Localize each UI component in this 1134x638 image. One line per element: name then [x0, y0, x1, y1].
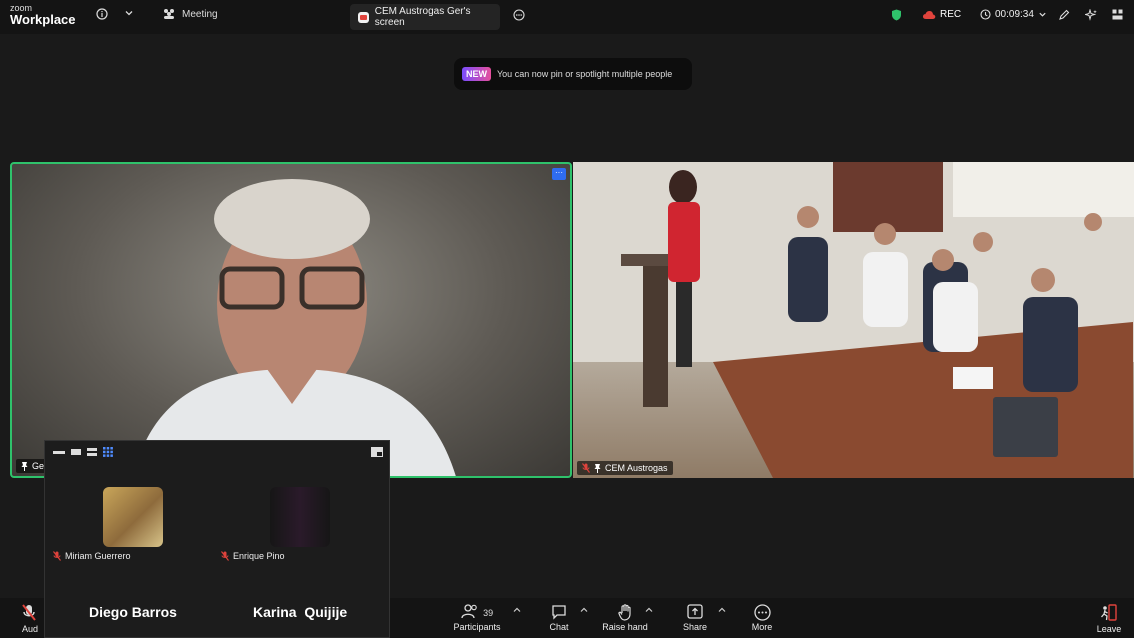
room-name-tag: CEM Austrogas [577, 461, 673, 475]
cloud-record-icon [923, 10, 936, 19]
pop-out-icon[interactable] [371, 447, 383, 457]
participant-label-enrique: Enrique Pino [221, 551, 285, 561]
info-icon [96, 8, 108, 20]
strip-view-icon[interactable] [87, 448, 97, 456]
audio-button[interactable]: Aud [22, 604, 38, 634]
chevron-up-icon [580, 607, 588, 612]
gallery-header [45, 441, 389, 463]
minimize-icon[interactable] [53, 450, 65, 454]
share-label: Share [682, 622, 708, 632]
mic-muted-icon [582, 463, 590, 473]
shared-screen-tab[interactable]: CEM Austrogas Ger's screen [350, 4, 500, 30]
participant-tile-diego[interactable]: Diego Barros [89, 604, 177, 620]
participant-name: Enrique Pino [233, 551, 285, 561]
recording-indicator[interactable]: REC [922, 9, 961, 20]
more-icon-wrap [727, 604, 797, 622]
hand-icon [617, 604, 631, 621]
rec-label: REC [940, 9, 962, 20]
participant-tile-karina[interactable]: Karina Quijije [253, 604, 347, 620]
participants-caret[interactable] [513, 606, 521, 616]
chat-icon [552, 605, 566, 620]
new-badge: NEW [462, 67, 491, 81]
notice-text: You can now pin or spotlight multiple pe… [497, 69, 673, 79]
chevron-down-icon [125, 11, 133, 16]
participant-avatar-enrique[interactable] [270, 487, 330, 547]
meeting-icon [164, 9, 174, 19]
more-button[interactable]: More [727, 604, 797, 632]
meeting-timer[interactable]: 00:09:34 [980, 9, 1047, 20]
participants-icon [461, 604, 477, 619]
speaker-view-icon[interactable] [71, 448, 81, 456]
chat-caret[interactable] [580, 606, 588, 616]
participants-label: Participants [453, 622, 501, 632]
shield-icon [892, 9, 901, 21]
mic-muted-icon [53, 551, 61, 561]
more-circle-icon [753, 604, 771, 621]
meeting-info-chevron[interactable] [124, 8, 134, 18]
grid-layout-icon [1112, 9, 1123, 20]
mic-muted-icon [221, 551, 229, 561]
feature-notice[interactable]: NEW You can now pin or spotlight multipl… [454, 58, 692, 90]
video-tile-room[interactable]: CEM Austrogas [573, 162, 1134, 478]
ai-companion-button[interactable] [1085, 9, 1098, 21]
participants-button[interactable]: 39 Participants [442, 604, 512, 632]
raise-hand-label: Raise hand [602, 622, 648, 632]
chevron-down-icon [1039, 12, 1046, 17]
participant-avatar-miriam[interactable] [103, 487, 163, 547]
more-label: More [751, 622, 773, 632]
raise-hand-caret[interactable] [645, 606, 653, 616]
meeting-tab[interactable]: Meeting [162, 8, 218, 20]
room-video [573, 162, 1134, 478]
meeting-info-button[interactable] [96, 8, 108, 20]
chevron-up-icon [718, 607, 726, 612]
video-tile-speaker[interactable]: ··· Ger [10, 162, 572, 478]
leave-door-icon [1101, 604, 1117, 621]
clock-icon [980, 9, 991, 20]
chevron-up-icon [513, 607, 521, 612]
participants-count: 39 [483, 608, 494, 618]
room-name: CEM Austrogas [605, 463, 668, 473]
tile-more-options[interactable]: ··· [552, 168, 566, 180]
top-bar: zoom Workplace Meeting CEM Austrogas Ger… [0, 0, 1134, 34]
pen-icon [1059, 9, 1070, 20]
chat-label: Chat [549, 622, 569, 632]
participant-label-miriam: Miriam Guerrero [53, 551, 131, 561]
brand-name: Workplace [10, 12, 76, 27]
speaker-video [133, 179, 456, 476]
meeting-tab-label: Meeting [182, 8, 218, 20]
audio-label: Aud [22, 624, 39, 634]
share-caret[interactable] [718, 606, 726, 616]
pin-icon [21, 461, 28, 471]
grid-view-icon[interactable] [103, 447, 113, 457]
app-logo: zoom Workplace [10, 4, 76, 27]
participants-icon-wrap: 39 [442, 604, 512, 622]
pin-icon [594, 463, 601, 473]
share-screen-icon [687, 604, 703, 619]
tab-more-button[interactable] [513, 9, 525, 21]
timer-value: 00:09:34 [995, 9, 1034, 20]
more-circle-icon [513, 9, 525, 21]
leave-button[interactable]: Leave [1094, 604, 1124, 634]
screen-share-icon [358, 11, 369, 23]
chevron-up-icon [645, 607, 653, 612]
sparkle-icon [1085, 9, 1097, 21]
participant-name: Miriam Guerrero [65, 551, 131, 561]
leave-label: Leave [1096, 624, 1122, 634]
annotate-button[interactable] [1058, 9, 1070, 21]
security-indicator[interactable] [891, 9, 902, 21]
mic-muted-icon [22, 604, 36, 621]
view-layout-button[interactable] [1112, 9, 1123, 20]
shared-screen-tab-label: CEM Austrogas Ger's screen [374, 6, 471, 28]
